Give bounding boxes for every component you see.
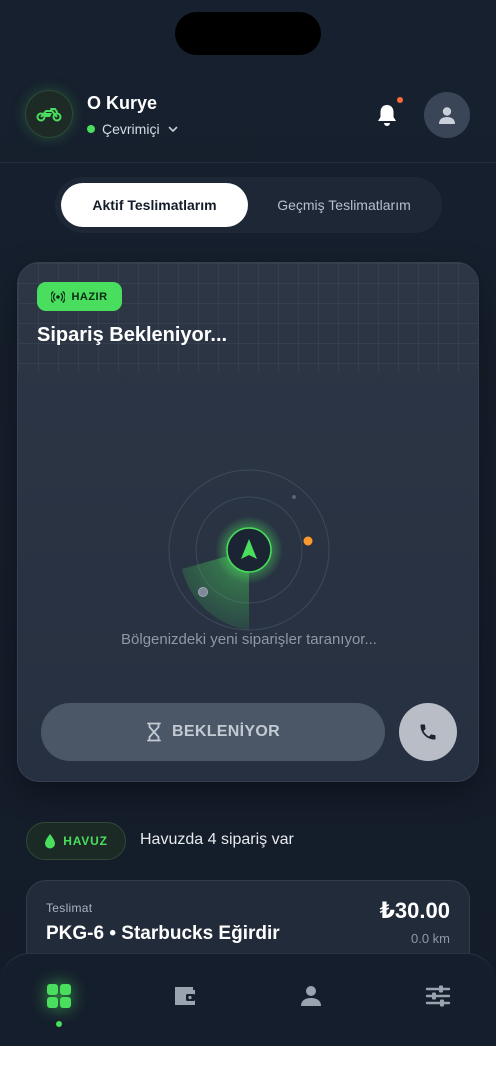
screen-bottom-area — [0, 1046, 496, 1083]
device-notch — [175, 12, 321, 55]
drop-icon — [45, 834, 56, 849]
phone-icon — [420, 724, 436, 740]
pool-count-text: Havuzda 4 sipariş var — [140, 831, 294, 848]
header-divider — [0, 162, 496, 163]
sliders-icon — [425, 985, 451, 1007]
waiting-button-label: BEKLENİYOR — [172, 723, 280, 740]
radar-scanner — [168, 469, 330, 631]
radar-marker-gray — [198, 587, 208, 597]
nav-home[interactable] — [38, 974, 80, 1018]
nav-active-dot — [56, 1021, 62, 1027]
notifications-button[interactable] — [372, 100, 402, 130]
tab-past-deliveries[interactable]: Geçmiş Teslimatlarım — [251, 183, 437, 227]
online-status-selector[interactable]: Çevrimiçi — [87, 121, 179, 137]
delivery-price: ₺30.00 — [379, 898, 450, 923]
signal-icon — [51, 290, 66, 303]
app-title: O Kurye — [87, 93, 158, 113]
call-button[interactable] — [399, 703, 457, 761]
grid-icon — [47, 984, 71, 1008]
status-label: Çevrimiçi — [102, 121, 160, 137]
radar-marker-small — [292, 495, 296, 499]
wallet-icon — [175, 987, 195, 1005]
pool-badge[interactable]: HAVUZ — [26, 822, 126, 860]
delivery-distance: 0.0 km — [410, 931, 450, 946]
bell-icon — [378, 105, 396, 126]
online-dot-icon — [87, 125, 95, 133]
notification-dot — [397, 97, 403, 103]
profile-avatar-button[interactable] — [424, 92, 470, 138]
delivery-title: PKG-6 • Starbucks Eğirdir — [46, 923, 280, 944]
app-screen: O Kurye Çevrimiçi Aktif Teslimatlarım Ge… — [0, 0, 496, 1046]
card-grid-pattern — [18, 263, 478, 373]
ready-badge: HAZIR — [37, 282, 122, 311]
bottom-navigation — [0, 953, 496, 1046]
waiting-button[interactable]: BEKLENİYOR — [41, 703, 385, 761]
radar-marker-orange — [303, 536, 313, 546]
ready-badge-label: HAZIR — [71, 290, 108, 303]
nav-settings[interactable] — [418, 976, 458, 1016]
waiting-title: Sipariş Bekleniyor... — [37, 324, 228, 346]
nav-wallet[interactable] — [165, 976, 205, 1016]
chevron-down-icon — [168, 126, 177, 132]
pool-badge-label: HAVUZ — [63, 834, 108, 848]
tab-active-deliveries[interactable]: Aktif Teslimatlarım — [61, 183, 248, 227]
order-waiting-card: HAZIR Sipariş Bekleniyor... Bölgenizdeki… — [17, 262, 479, 782]
delivery-tabs: Aktif Teslimatlarım Geçmiş Teslimatlarım — [55, 177, 442, 233]
person-icon — [301, 986, 321, 1006]
nav-profile[interactable] — [291, 976, 331, 1016]
motorcycle-icon — [36, 108, 62, 122]
user-icon — [439, 107, 455, 124]
delivery-type-label: Teslimat — [46, 901, 93, 915]
courier-logo — [25, 90, 73, 138]
scanning-text: Bölgenizdeki yeni siparişler taranıyor..… — [121, 631, 377, 648]
hourglass-icon — [147, 722, 161, 742]
